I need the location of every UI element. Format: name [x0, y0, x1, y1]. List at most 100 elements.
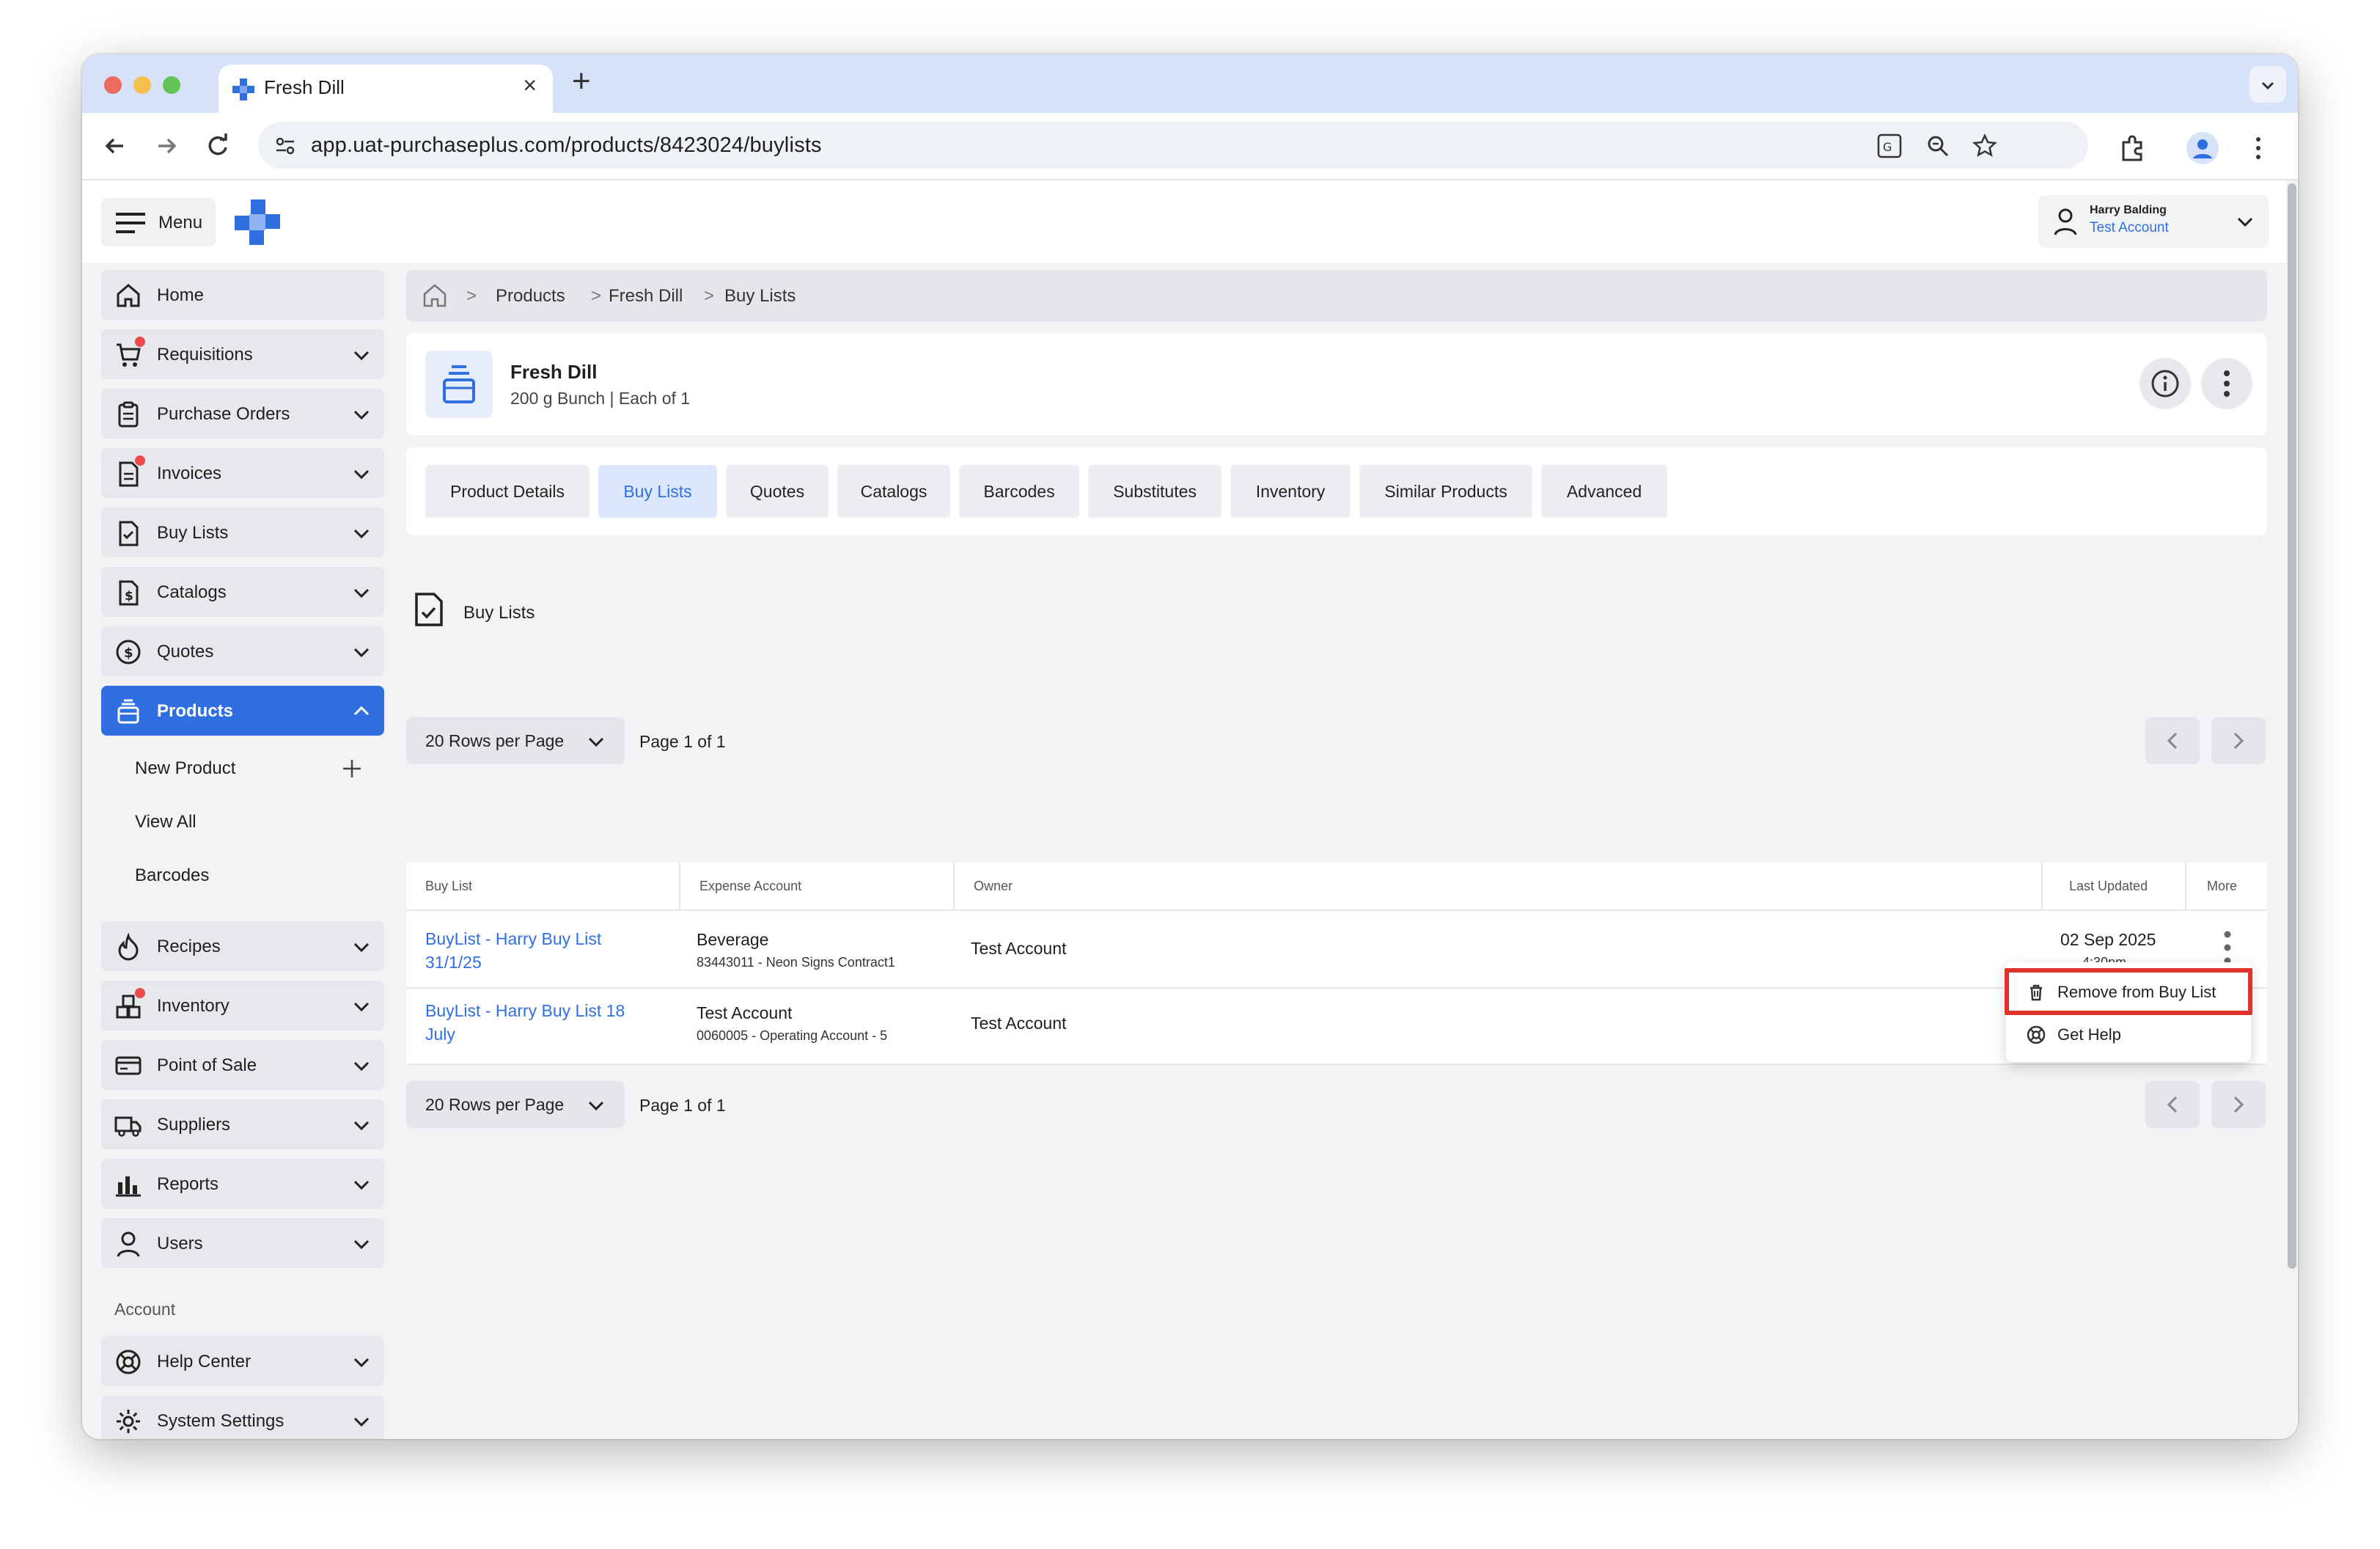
sidebar-item-label: Point of Sale — [157, 1055, 257, 1075]
sidebar-item-purchase-orders[interactable]: Purchase Orders — [101, 389, 384, 439]
tab-close-icon[interactable]: × — [523, 72, 537, 99]
bookmark-star-icon[interactable] — [1972, 133, 1997, 158]
user-name: Harry Balding — [2090, 204, 2167, 216]
next-page-button[interactable] — [2211, 717, 2266, 764]
next-page-button-bottom[interactable] — [2211, 1081, 2266, 1128]
sidebar-item-products[interactable]: Products — [101, 686, 384, 736]
sidebar-item-help-center[interactable]: Help Center — [101, 1336, 384, 1386]
gear-icon — [117, 1410, 140, 1433]
new-tab-button[interactable]: + — [572, 63, 591, 100]
tab-similar-products[interactable]: Similar Products — [1359, 465, 1532, 518]
sidebar-item-quotes[interactable]: $ Quotes — [101, 626, 384, 676]
sidebar-item-invoices[interactable]: Invoices — [101, 448, 384, 498]
info-icon — [2151, 370, 2179, 398]
tab-catalogs[interactable]: Catalogs — [837, 465, 950, 518]
breadcrumb-product[interactable]: Fresh Dill — [609, 286, 683, 307]
sidebar-item-home[interactable]: Home — [101, 270, 384, 320]
sidebar-subitem-view-all[interactable]: View All — [135, 812, 197, 832]
get-help-menu-item[interactable]: Get Help — [2006, 1014, 2251, 1056]
tab-inventory[interactable]: Inventory — [1230, 465, 1351, 518]
sidebar-subitem-barcodes[interactable]: Barcodes — [135, 865, 209, 886]
address-bar[interactable]: app.uat-purchaseplus.com/products/842302… — [258, 122, 2088, 169]
product-tabs: Product Details Buy Lists Quotes Catalog… — [406, 447, 2267, 535]
sidebar-item-label: System Settings — [157, 1411, 284, 1431]
sidebar-item-users[interactable]: Users — [101, 1218, 384, 1268]
chevron-down-icon — [353, 351, 370, 361]
chevron-right-icon — [2233, 732, 2244, 750]
hamburger-icon — [116, 213, 145, 233]
sidebar-item-label: Home — [157, 285, 205, 305]
chevron-down-icon — [353, 588, 370, 598]
sidebar-item-label: Suppliers — [157, 1115, 231, 1135]
user-menu[interactable]: Harry Balding Test Account — [2038, 195, 2269, 248]
sidebar-item-point-of-sale[interactable]: Point of Sale — [101, 1040, 384, 1090]
tab-substitutes[interactable]: Substitutes — [1088, 465, 1222, 518]
product-avatar — [425, 351, 493, 418]
chevron-up-icon — [353, 706, 370, 716]
page-scrollbar-thumb[interactable] — [2288, 183, 2296, 1269]
browser-tab-bar: Fresh Dill × + — [82, 54, 2298, 113]
breadcrumb-products[interactable]: Products — [496, 286, 565, 307]
tab-barcodes[interactable]: Barcodes — [959, 465, 1079, 518]
products-icon — [443, 365, 475, 403]
previous-page-button[interactable] — [2145, 717, 2200, 764]
sidebar-item-system-settings[interactable]: System Settings — [101, 1396, 384, 1439]
sidebar-item-buy-lists[interactable]: Buy Lists — [101, 508, 384, 557]
sidebar-subitem-new-product[interactable]: New Product — [135, 758, 235, 779]
chevron-down-icon — [588, 1101, 604, 1111]
site-settings-icon — [276, 137, 295, 155]
chevron-down-icon — [353, 1061, 370, 1072]
sidebar-item-label: Purchase Orders — [157, 404, 290, 424]
profile-avatar[interactable] — [2186, 132, 2219, 164]
sidebar-item-requisitions[interactable]: Requisitions — [101, 329, 384, 379]
sidebar-item-label: Catalogs — [157, 582, 227, 602]
column-header-buy-list: Buy List — [406, 863, 680, 909]
more-actions-button[interactable] — [2201, 358, 2252, 409]
column-header-last-updated: Last Updated — [2043, 863, 2186, 909]
browser-tab[interactable]: Fresh Dill × — [218, 65, 553, 113]
browser-menu-icon[interactable] — [2252, 135, 2264, 161]
notification-dot — [135, 988, 145, 998]
chevron-down-icon — [353, 1180, 370, 1190]
extensions-icon[interactable] — [2119, 135, 2145, 161]
sidebar-item-label: Recipes — [157, 937, 221, 956]
purchaseplus-logo[interactable] — [233, 198, 282, 246]
sidebar-item-label: Products — [157, 701, 234, 721]
sidebar-item-catalogs[interactable]: $ Catalogs — [101, 567, 384, 617]
tab-quotes[interactable]: Quotes — [726, 465, 829, 518]
tab-advanced[interactable]: Advanced — [1541, 465, 1667, 518]
chevron-down-icon — [353, 1417, 370, 1427]
buy-list-link[interactable]: BuyList - Harry Buy List 31/1/25 — [425, 927, 601, 974]
account-section-label: Account — [114, 1300, 176, 1319]
plus-icon[interactable] — [342, 758, 362, 779]
more-vertical-icon[interactable] — [2222, 930, 2233, 967]
home-icon[interactable] — [421, 282, 449, 310]
info-button[interactable] — [2140, 358, 2191, 409]
favicon-icon — [232, 78, 254, 100]
buy-list-link[interactable]: BuyList - Harry Buy List 18 July — [425, 999, 625, 1046]
zoom-window-button[interactable] — [163, 76, 180, 94]
minimize-window-button[interactable] — [133, 76, 151, 94]
owner: Test Account — [971, 939, 1067, 958]
reload-button[interactable] — [198, 126, 238, 166]
zoom-icon[interactable] — [1925, 133, 1950, 158]
home-icon — [117, 284, 140, 307]
sidebar-item-reports[interactable]: Reports — [101, 1159, 384, 1209]
forward-button[interactable] — [147, 126, 186, 166]
sidebar-item-inventory[interactable]: Inventory — [101, 981, 384, 1030]
truck-icon — [114, 1116, 142, 1137]
translate-icon[interactable]: G — [1877, 133, 1902, 158]
sidebar-item-suppliers[interactable]: Suppliers — [101, 1099, 384, 1149]
tab-search-button[interactable] — [2249, 66, 2286, 103]
back-button[interactable] — [95, 126, 135, 166]
browser-toolbar: app.uat-purchaseplus.com/products/842302… — [82, 113, 2298, 180]
menu-button[interactable]: Menu — [101, 198, 216, 246]
tab-buy-lists[interactable]: Buy Lists — [598, 465, 717, 518]
tab-product-details[interactable]: Product Details — [425, 465, 590, 518]
rows-per-page-select-bottom[interactable]: 20 Rows per Page — [406, 1081, 625, 1128]
buy-list-name-cont: 31/1/25 — [425, 953, 482, 972]
sidebar-item-recipes[interactable]: Recipes — [101, 921, 384, 971]
previous-page-button-bottom[interactable] — [2145, 1081, 2200, 1128]
close-window-button[interactable] — [104, 76, 122, 94]
rows-per-page-select[interactable]: 20 Rows per Page — [406, 717, 625, 764]
